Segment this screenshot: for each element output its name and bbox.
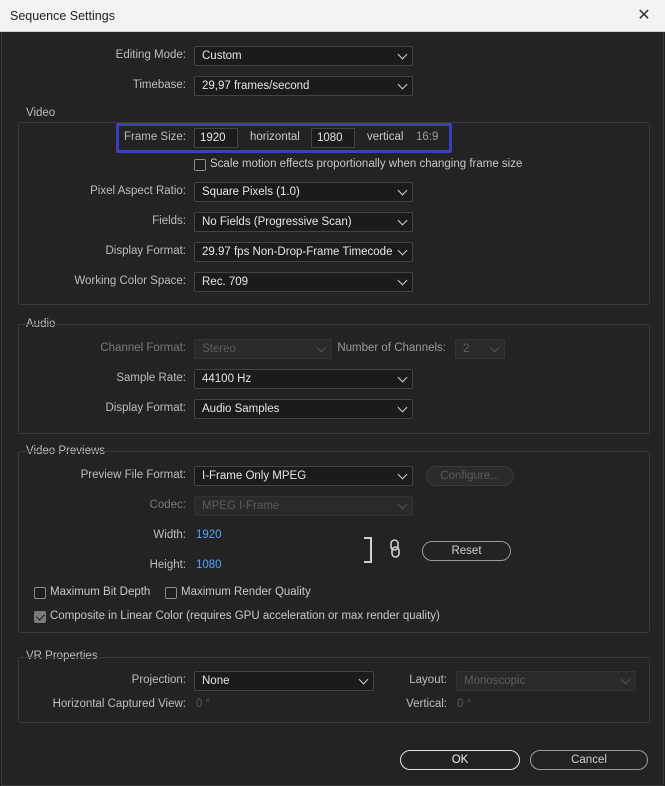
channel-format-label: Channel Format: — [100, 342, 186, 354]
channel-format-select[interactable]: Stereo — [194, 339, 332, 359]
preview-file-format-value: I-Frame Only MPEG — [202, 470, 307, 482]
fields-value: No Fields (Progressive Scan) — [202, 216, 352, 228]
chevron-down-icon — [397, 245, 408, 256]
vertical-view-label: Vertical: — [406, 698, 447, 710]
scale-motion-label: Scale motion effects proportionally when… — [210, 158, 523, 170]
pixel-aspect-label: Pixel Aspect Ratio: — [90, 185, 186, 197]
preview-width-value[interactable]: 1920 — [196, 529, 222, 541]
chevron-down-icon — [397, 215, 408, 226]
num-channels-label: Number of Channels: — [337, 342, 446, 354]
projection-value: None — [202, 675, 230, 687]
preview-file-format-select[interactable]: I-Frame Only MPEG — [194, 466, 413, 486]
composite-linear-checkbox[interactable] — [34, 611, 46, 623]
chevron-down-icon — [397, 79, 408, 90]
frame-height-input[interactable]: 1080 — [311, 128, 355, 148]
chevron-down-icon — [397, 49, 408, 60]
num-channels-value: 2 — [463, 343, 470, 355]
sequence-settings-dialog: Editing Mode: Custom Timebase: 29,97 fra… — [1, 32, 664, 786]
timebase-select[interactable]: 29,97 frames/second — [194, 76, 413, 96]
color-space-label: Working Color Space: — [74, 275, 186, 287]
preview-file-format-label: Preview File Format: — [80, 469, 186, 481]
codec-value: MPEG I-Frame — [202, 500, 280, 512]
horizontal-view-label: Horizontal Captured View: — [52, 698, 186, 710]
sample-rate-label: Sample Rate: — [116, 372, 186, 384]
display-format-select[interactable]: 29.97 fps Non-Drop-Frame Timecode — [194, 242, 413, 262]
title-bar: Sequence Settings ✕ — [0, 0, 665, 32]
horizontal-view-value: 0 ° — [196, 698, 211, 710]
chevron-down-icon — [620, 674, 631, 685]
editing-mode-value: Custom — [202, 50, 242, 62]
window-title: Sequence Settings — [10, 9, 115, 23]
sample-rate-value: 44100 Hz — [202, 373, 252, 385]
projection-select[interactable]: None — [194, 671, 374, 691]
audio-display-format-label: Display Format: — [105, 402, 186, 414]
preview-height-label: Height: — [149, 559, 186, 571]
chain-link-icon[interactable] — [388, 539, 402, 559]
timebase-label: Timebase: — [132, 79, 186, 91]
reset-button[interactable]: Reset — [422, 541, 511, 561]
composite-linear-label: Composite in Linear Color (requires GPU … — [50, 610, 440, 622]
layout-value: Monoscopic — [464, 675, 526, 687]
fields-select[interactable]: No Fields (Progressive Scan) — [194, 212, 413, 232]
video-group-title: Video — [26, 107, 56, 119]
layout-select[interactable]: Monoscopic — [456, 671, 636, 691]
layout-label: Layout: — [409, 674, 447, 686]
chevron-down-icon — [397, 499, 408, 510]
chevron-down-icon — [397, 469, 408, 480]
codec-label: Codec: — [149, 499, 186, 511]
link-bracket — [364, 537, 372, 563]
chevron-down-icon — [397, 185, 408, 196]
num-channels-select[interactable]: 2 — [455, 339, 505, 359]
display-format-label: Display Format: — [105, 245, 186, 257]
vertical-label: vertical — [367, 131, 404, 143]
cancel-button[interactable]: Cancel — [530, 750, 648, 770]
editing-mode-label: Editing Mode: — [115, 49, 186, 61]
max-render-quality-checkbox[interactable] — [165, 587, 177, 599]
display-format-value: 29.97 fps Non-Drop-Frame Timecode — [202, 246, 393, 258]
vertical-view-value: 0 ° — [457, 698, 472, 710]
chevron-down-icon — [358, 674, 369, 685]
max-render-quality-label: Maximum Render Quality — [181, 586, 311, 598]
color-space-select[interactable]: Rec. 709 — [194, 272, 413, 292]
max-bit-depth-checkbox[interactable] — [34, 587, 46, 599]
pixel-aspect-value: Square Pixels (1.0) — [202, 186, 300, 198]
audio-display-format-select[interactable]: Audio Samples — [194, 399, 413, 419]
editing-mode-select[interactable]: Custom — [194, 46, 413, 66]
configure-button[interactable]: Configure... — [426, 466, 514, 486]
audio-display-format-value: Audio Samples — [202, 403, 280, 415]
ok-button[interactable]: OK — [400, 750, 520, 770]
color-space-value: Rec. 709 — [202, 276, 249, 288]
chevron-down-icon — [397, 275, 408, 286]
fields-label: Fields: — [152, 215, 186, 227]
frame-size-label: Frame Size: — [124, 131, 186, 143]
chevron-down-icon — [397, 372, 408, 383]
channel-format-value: Stereo — [202, 343, 236, 355]
timebase-value: 29,97 frames/second — [202, 80, 310, 92]
chevron-down-icon — [316, 342, 327, 353]
preview-width-label: Width: — [153, 529, 186, 541]
close-icon[interactable]: ✕ — [629, 3, 659, 29]
preview-height-value[interactable]: 1080 — [196, 559, 222, 571]
chevron-down-icon — [397, 402, 408, 413]
chevron-down-icon — [489, 342, 500, 353]
aspect-ratio-label: 16:9 — [416, 131, 439, 143]
projection-label: Projection: — [131, 674, 186, 686]
pixel-aspect-select[interactable]: Square Pixels (1.0) — [194, 182, 413, 202]
sample-rate-select[interactable]: 44100 Hz — [194, 369, 413, 389]
max-bit-depth-label: Maximum Bit Depth — [50, 586, 151, 598]
horizontal-label: horizontal — [250, 131, 300, 143]
frame-width-input[interactable]: 1920 — [194, 128, 238, 148]
scale-motion-checkbox[interactable] — [194, 159, 206, 171]
codec-select[interactable]: MPEG I-Frame — [194, 496, 413, 516]
